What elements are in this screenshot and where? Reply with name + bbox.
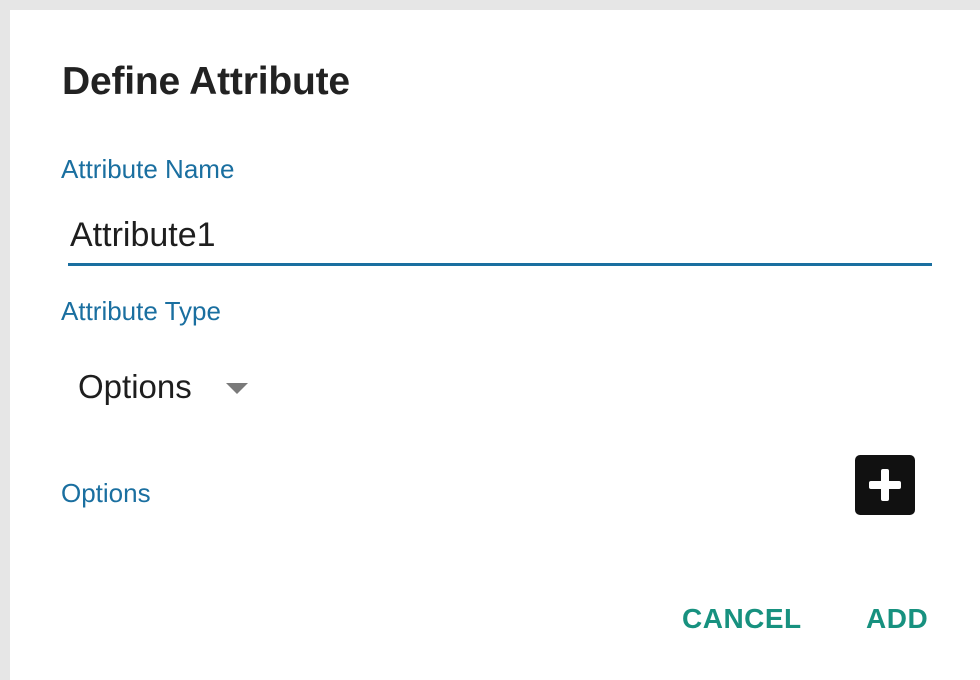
attribute-name-label: Attribute Name — [61, 154, 235, 184]
plus-icon — [869, 469, 901, 501]
attribute-type-label: Attribute Type — [61, 296, 221, 326]
define-attribute-dialog: Define Attribute Attribute Name Attribut… — [10, 10, 980, 680]
options-label: Options — [61, 478, 151, 508]
add-button[interactable]: ADD — [866, 603, 928, 635]
attribute-type-selected-value: Options — [78, 368, 192, 405]
add-option-button[interactable] — [855, 455, 915, 515]
caret-down-icon — [225, 382, 248, 394]
cancel-button[interactable]: CANCEL — [682, 603, 802, 635]
attribute-type-dropdown[interactable]: Options — [78, 362, 248, 412]
attribute-name-input[interactable] — [68, 214, 932, 266]
dialog-title: Define Attribute — [62, 60, 350, 103]
